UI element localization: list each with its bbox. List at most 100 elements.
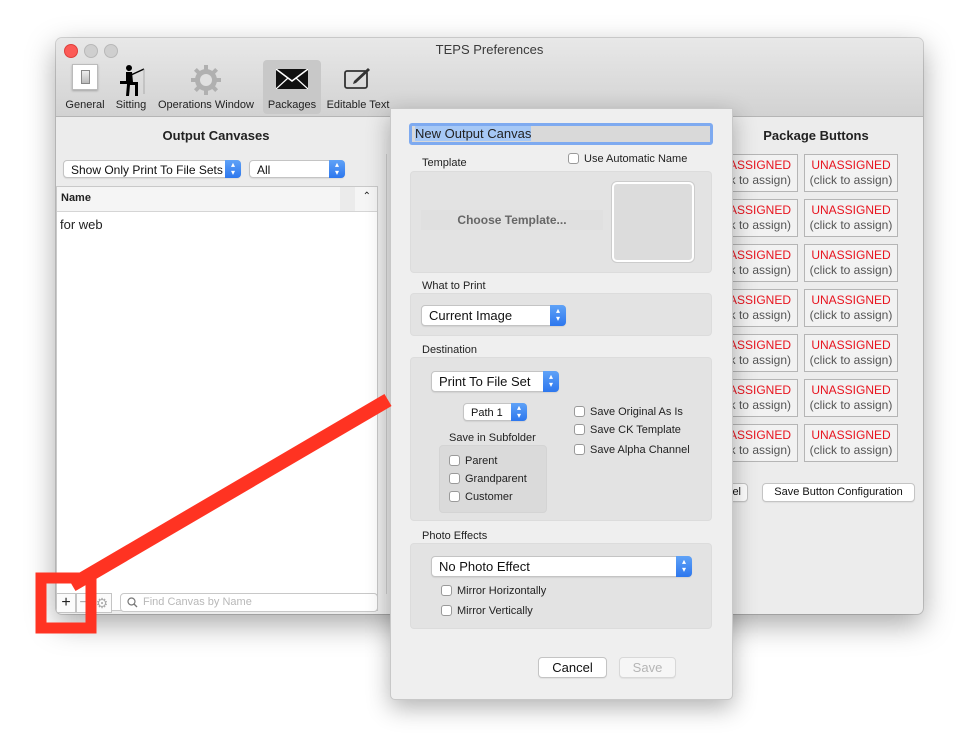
subfolder-group: Parent Grandparent Customer <box>439 445 547 513</box>
toolbar-general[interactable]: General <box>60 60 110 114</box>
package-button-title: UNASSIGNED <box>811 338 891 352</box>
checkbox-label: Customer <box>465 491 513 503</box>
package-button[interactable]: UNASSIGNED (click to assign) <box>804 334 898 372</box>
package-button[interactable]: UNASSIGNED (click to assign) <box>804 289 898 327</box>
scope-popup-value: All <box>257 163 271 177</box>
table-row[interactable]: for web <box>60 217 103 232</box>
save-in-subfolder-label: Save in Subfolder <box>449 432 536 444</box>
checkbox-label: Save CK Template <box>590 424 681 436</box>
popup-arrows-icon: ▴ ▾ <box>225 160 241 178</box>
popup-arrows-icon: ▴ ▾ <box>511 403 527 421</box>
checkbox-label: Grandparent <box>465 473 527 485</box>
toolbar-operations-window[interactable]: Operations Window <box>152 60 260 114</box>
use-automatic-name-checkbox[interactable]: Use Automatic Name <box>568 153 687 166</box>
scope-popup[interactable]: All ▴ ▾ <box>249 160 345 178</box>
package-button-subtitle: (click to assign) <box>809 398 893 412</box>
photo-effects-label: Photo Effects <box>422 530 488 542</box>
popup-arrows-icon: ▴ ▾ <box>543 371 559 392</box>
checkbox-box <box>449 491 460 502</box>
table-header: Name ⌃ <box>57 187 377 212</box>
envelope-icon <box>276 69 308 89</box>
photo-effects-group: No Photo Effect ▴ ▾ Mirror Horizontally M… <box>410 543 712 629</box>
path-popup[interactable]: Path 1 ▴ ▾ <box>463 403 527 421</box>
what-to-print-popup[interactable]: Current Image ▴ ▾ <box>421 305 566 326</box>
choose-template-label: Choose Template... <box>457 213 567 227</box>
popup-arrows-icon: ▴ ▾ <box>676 556 692 577</box>
save-button[interactable]: Save <box>619 657 676 678</box>
edit-icon <box>344 68 370 89</box>
package-button[interactable]: UNASSIGNED (click to assign) <box>804 199 898 237</box>
checkbox-box <box>574 406 585 417</box>
filter-popup[interactable]: Show Only Print To File Sets ▴ ▾ <box>63 160 241 178</box>
toolbar-packages[interactable]: Packages <box>263 60 321 114</box>
gear-icon <box>191 65 221 95</box>
add-canvas-button[interactable]: + <box>56 593 76 613</box>
toolbar-editable-text[interactable]: Editable Text <box>322 60 394 114</box>
new-output-canvas-sheet: New Output Canvas Template Use Automatic… <box>390 108 733 700</box>
package-button-subtitle: (click to assign) <box>809 308 893 322</box>
canvas-actions-button[interactable]: ⚙ <box>92 593 112 613</box>
gear-icon: ⚙ <box>95 595 109 611</box>
checkbox-box <box>449 455 460 466</box>
name-column-header[interactable]: Name <box>61 192 91 204</box>
checkbox-box <box>449 473 460 484</box>
popup-arrows-icon: ▴ ▾ <box>550 305 566 326</box>
save-configuration-label: Save Button Configuration <box>774 486 903 498</box>
package-button-subtitle: (click to assign) <box>809 443 893 457</box>
checkbox-label: Save Original As Is <box>590 406 683 418</box>
checkbox-box <box>568 153 579 164</box>
what-to-print-label: What to Print <box>422 280 486 292</box>
save-label: Save <box>632 660 663 675</box>
package-button[interactable]: UNASSIGNED (click to assign) <box>804 379 898 417</box>
toolbar-label: Sitting <box>115 99 147 111</box>
checkbox-box <box>441 585 452 596</box>
toolbar-label: Operations Window <box>158 99 254 111</box>
checkbox-label: Save Alpha Channel <box>590 444 690 456</box>
customer-checkbox[interactable]: Customer <box>449 491 513 504</box>
parent-checkbox[interactable]: Parent <box>449 455 497 468</box>
mirror-horizontally-checkbox[interactable]: Mirror Horizontally <box>441 585 546 598</box>
remove-canvas-button[interactable]: − <box>76 593 92 613</box>
photo-effect-value: No Photo Effect <box>439 559 530 574</box>
search-icon <box>127 597 138 608</box>
cancel-button[interactable]: Cancel <box>538 657 607 678</box>
toolbar-label: General <box>65 99 105 111</box>
save-alpha-channel-checkbox[interactable]: Save Alpha Channel <box>574 444 690 457</box>
save-ck-template-checkbox[interactable]: Save CK Template <box>574 424 681 437</box>
choose-template-button[interactable]: Choose Template... <box>421 210 603 230</box>
package-button[interactable]: UNASSIGNED (click to assign) <box>804 154 898 192</box>
template-group: Choose Template... <box>410 171 712 273</box>
sort-ascending-icon[interactable]: ⌃ <box>363 191 371 202</box>
cancel-configuration-label: el <box>732 486 741 498</box>
package-button-title: UNASSIGNED <box>811 203 891 217</box>
path-value: Path 1 <box>471 407 503 419</box>
fisherman-icon <box>120 65 145 96</box>
what-to-print-group: Current Image ▴ ▾ <box>410 293 712 336</box>
mirror-vertically-checkbox[interactable]: Mirror Vertically <box>441 605 533 618</box>
checkbox-label: Parent <box>465 455 498 467</box>
checkbox-box <box>574 424 585 435</box>
save-original-checkbox[interactable]: Save Original As Is <box>574 406 683 419</box>
package-button-subtitle: (click to assign) <box>809 173 893 187</box>
toolbar-sitting[interactable]: Sitting <box>110 60 152 114</box>
canvas-search-field[interactable]: Find Canvas by Name <box>120 593 378 612</box>
popup-arrows-icon: ▴ ▾ <box>329 160 345 178</box>
package-button[interactable]: UNASSIGNED (click to assign) <box>804 424 898 462</box>
template-preview-well[interactable] <box>612 182 694 262</box>
checkbox-box <box>441 605 452 616</box>
destination-value: Print To File Set <box>439 374 531 389</box>
output-canvases-title: Output Canvases <box>162 128 270 143</box>
photo-effect-popup[interactable]: No Photo Effect ▴ ▾ <box>431 556 692 577</box>
destination-popup[interactable]: Print To File Set ▴ ▾ <box>431 371 559 392</box>
cancel-label: Cancel <box>552 660 593 675</box>
canvas-table: Name ⌃ for web <box>56 186 378 611</box>
package-button-subtitle: (click to assign) <box>809 263 893 277</box>
title-bar: TEPS Preferences General Sitting Operati… <box>56 38 923 117</box>
canvas-name-field[interactable]: New Output Canvas <box>409 123 713 145</box>
toolbar-label: Packages <box>267 99 317 111</box>
grandparent-checkbox[interactable]: Grandparent <box>449 473 527 486</box>
package-buttons-title: Package Buttons <box>763 128 869 143</box>
save-button-configuration-button[interactable]: Save Button Configuration <box>762 483 915 502</box>
package-button[interactable]: UNASSIGNED (click to assign) <box>804 244 898 282</box>
package-button-subtitle: (click to assign) <box>809 218 893 232</box>
